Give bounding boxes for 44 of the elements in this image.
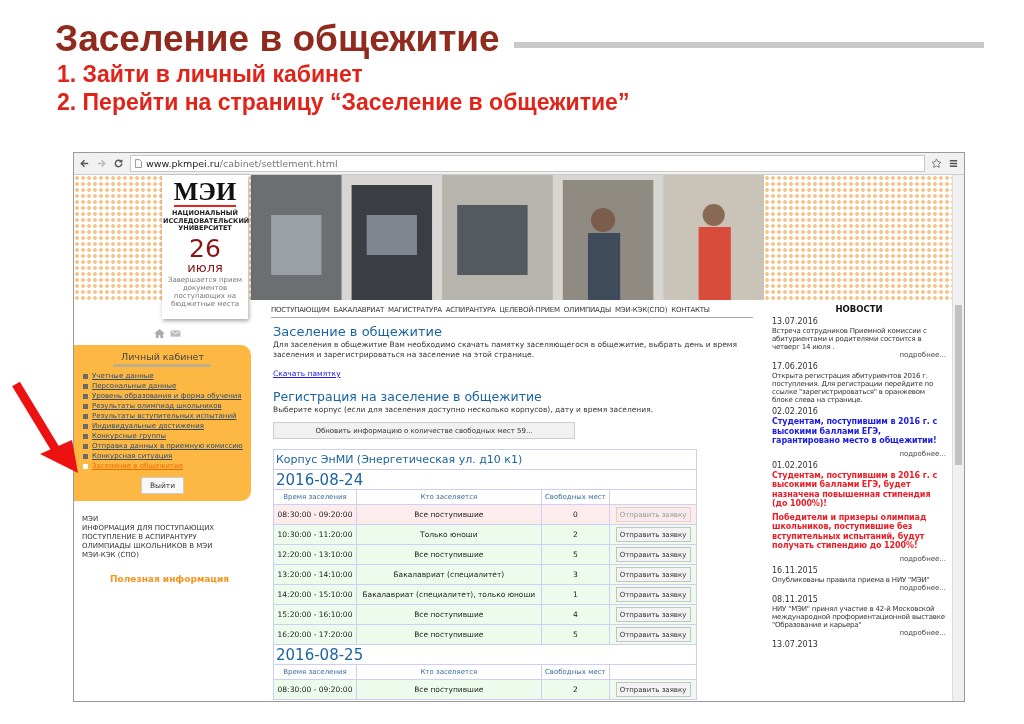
back-icon[interactable] [79, 158, 90, 169]
news-date: 13.07.2016 [772, 317, 819, 326]
bullet-icon [83, 423, 88, 429]
bullet-icon [83, 403, 88, 409]
news-date: 08.11.2015 [772, 594, 819, 604]
date-heading: 2016-08-25 [273, 644, 697, 665]
news-headline: Студентам, поступившим в 2016 г. с высокими баллами ЕГЭ, будет назначена повышенная стипендия (до 1000%)! [772, 470, 939, 509]
date-heading: 2016-08-24 [273, 469, 697, 490]
news-date: 01.02.2016 [772, 460, 819, 470]
news-headline: Студентам, поступившим в 2016 г. с высокими баллами ЕГЭ, гарантировано место в общежитии! [772, 417, 939, 446]
mail-icon[interactable] [170, 329, 181, 338]
bullet-icon [83, 383, 88, 389]
news-headline: Победители и призеры олимпиад школьников, поступившие без вступительных испытаний, будут получать стипендию до 1200%! [772, 512, 928, 551]
step-text: 2. Перейти на страницу “Заселение в общежитие” [57, 88, 631, 116]
panel-title: Личный кабинет [120, 351, 205, 362]
bullet-icon [83, 393, 88, 399]
star-icon[interactable] [931, 158, 942, 169]
logo: МЭИ [173, 179, 237, 207]
news-date: 16.11.2015 [772, 565, 819, 575]
bullet-icon [83, 433, 88, 439]
bullet-icon [83, 443, 88, 449]
news-date: 13.07.2013 [772, 639, 819, 649]
reload-icon[interactable] [113, 158, 124, 169]
news-heading: НОВОСТИ [834, 304, 884, 314]
bullet-icon [83, 453, 88, 459]
slide-title: Заселение в общежитие [55, 18, 500, 60]
section-title: Регистрация на заселение в общежитие [273, 389, 543, 404]
step-text: 1. Зайти в личный кабинет [57, 60, 364, 88]
home-icon[interactable] [154, 329, 165, 338]
news-date: 17.06.2016 [772, 362, 819, 371]
deadline-month: июля [187, 260, 223, 274]
forward-icon[interactable] [96, 158, 107, 169]
news-date: 02.02.2016 [772, 407, 819, 416]
building-title: Корпус ЭнМИ (Энергетическая ул. д10 к1) [273, 449, 697, 470]
deadline-day: 26 [189, 236, 221, 261]
scrollbar[interactable] [952, 175, 964, 701]
menu-icon[interactable] [948, 158, 959, 169]
bullet-icon [83, 413, 88, 419]
bullet-icon [83, 463, 88, 469]
address-bar[interactable]: www.pkmpei.ru/cabinet/settlement.html [130, 155, 925, 172]
page-title: Заселение в общежитие [273, 324, 444, 339]
page-icon [135, 159, 142, 168]
useful-info-heading: Полезная информация [110, 574, 231, 584]
bullet-icon [83, 373, 88, 379]
